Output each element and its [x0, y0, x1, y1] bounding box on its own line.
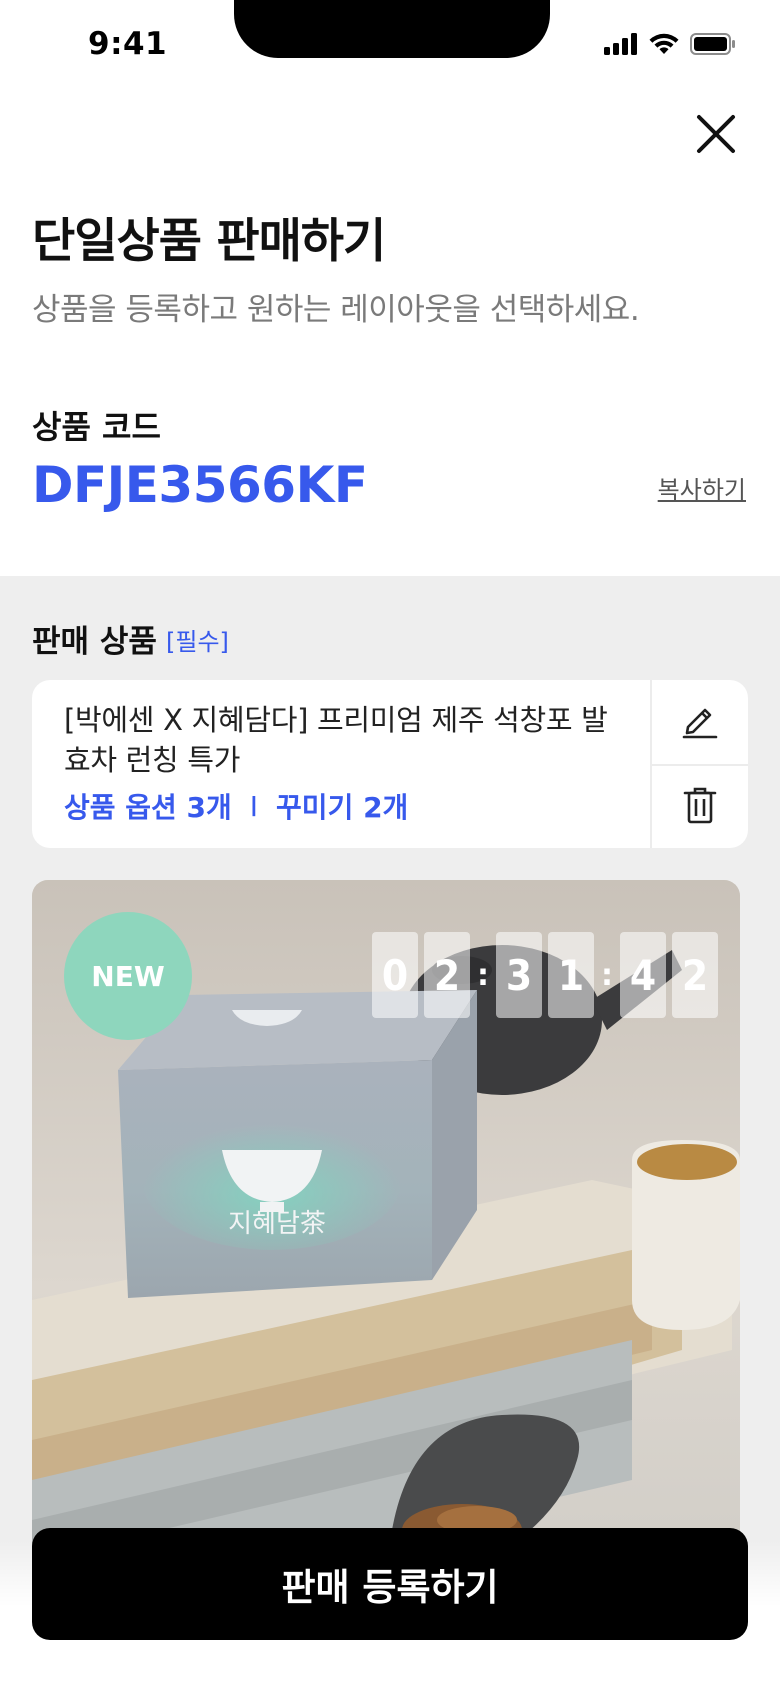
pencil-icon — [681, 701, 719, 743]
register-sale-button[interactable]: 판매 등록하기 — [32, 1528, 748, 1640]
countdown-digit: 0 — [372, 932, 418, 1018]
countdown-separator: : — [601, 957, 613, 993]
wifi-icon — [648, 32, 680, 60]
countdown-separator: : — [477, 957, 489, 993]
product-card[interactable]: [박에센 X 지혜담다] 프리미엄 제주 석창포 발효차 런칭 특가 상품 옵션… — [32, 680, 748, 848]
device-notch — [234, 0, 550, 58]
sale-product-label: 판매 상품 — [32, 624, 157, 660]
new-badge: NEW — [64, 912, 192, 1040]
delete-product-button[interactable] — [652, 764, 748, 848]
edit-product-button[interactable] — [652, 680, 748, 764]
product-meta: 상품 옵션 3개 I 꾸미기 2개 — [64, 786, 408, 826]
required-tag: [필수] — [166, 628, 229, 656]
product-options-count: 상품 옵션 3개 — [64, 791, 232, 824]
card-actions — [650, 680, 748, 848]
battery-icon — [690, 33, 736, 59]
countdown-timer: 0 2 : 3 1 : 4 2 — [372, 932, 718, 1018]
status-bar: 9:41 — [0, 0, 780, 90]
product-decorations-count: 꾸미기 2개 — [276, 791, 409, 824]
countdown-digit: 1 — [548, 932, 594, 1018]
countdown-digit: 3 — [496, 932, 542, 1018]
status-icons — [604, 32, 736, 60]
countdown-digit: 2 — [672, 932, 718, 1018]
page-subtitle: 상품을 등록하고 원하는 레이아웃을 선택하세요. — [32, 292, 640, 328]
copy-code-link[interactable]: 복사하기 — [658, 470, 746, 505]
status-time: 9:41 — [88, 26, 168, 62]
countdown-digit: 4 — [620, 932, 666, 1018]
close-button[interactable] — [688, 108, 744, 164]
page-title: 단일상품 판매하기 — [32, 214, 386, 269]
product-code-value: DFJE3566KF — [32, 456, 368, 514]
countdown-digit: 2 — [424, 932, 470, 1018]
meta-divider: I — [249, 789, 259, 823]
trash-icon — [683, 786, 717, 828]
signal-icon — [604, 33, 638, 59]
close-icon — [696, 114, 736, 158]
product-preview[interactable]: 지혜담茶 NEW 0 2 : 3 1 : 4 2 — [32, 880, 740, 1620]
box-brand-text: 지혜담茶 — [228, 1209, 326, 1239]
product-code-label: 상품 코드 — [32, 408, 161, 446]
product-name: [박에센 X 지혜담다] 프리미엄 제주 석창포 발효차 런칭 특가 — [64, 703, 608, 777]
